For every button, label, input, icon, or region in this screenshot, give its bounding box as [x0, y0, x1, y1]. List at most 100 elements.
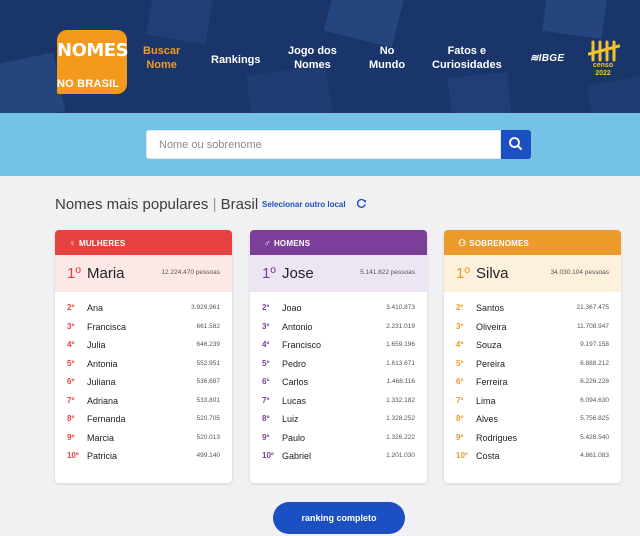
top-ranked-row[interactable]: 1º Silva 34.030.104 pessoas	[444, 255, 621, 292]
ranking-row[interactable]: 8º Luiz 1.328.252	[250, 412, 427, 431]
search-input[interactable]	[146, 130, 501, 159]
nav-jogo-dos-nomes[interactable]: Jogo dos Nomes	[288, 44, 337, 72]
rank-number: 8º	[456, 414, 464, 423]
rank-name: Costa	[476, 451, 500, 461]
title-prefix: Nomes mais populares	[55, 196, 209, 213]
nav-buscar-nome[interactable]: Buscar Nome	[143, 44, 180, 72]
rank-count: 1.326.222	[386, 433, 415, 441]
rank-count: 1.332.182	[386, 396, 415, 404]
ranking-row[interactable]: 4º Francisco 1.659.196	[250, 338, 427, 357]
rank-count: 552.951	[196, 359, 221, 367]
nav-no-mundo[interactable]: No Mundo	[369, 44, 405, 72]
ranking-row[interactable]: 7º Adriana 533.801	[55, 394, 232, 413]
card-header: ♀ MULHERES	[55, 230, 232, 255]
nav-rankings[interactable]: Rankings	[211, 53, 261, 67]
rank-count: 1.328.252	[386, 415, 415, 422]
rank-count: 2.231.019	[386, 322, 415, 330]
nav-label: Rankings	[211, 54, 261, 66]
ranking-row[interactable]: 7º Lucas 1.332.182	[250, 394, 427, 413]
nav-fatos-curiosidades[interactable]: Fatos e Curiosidades	[432, 44, 502, 72]
ranking-row[interactable]: 6º Carlos 1.468.116	[250, 375, 427, 394]
card-title: HOMENS	[273, 239, 311, 248]
ranking-list: 2º Ana 3.929.961 3º Francisca 661.582 4º Julia 6…	[55, 292, 232, 468]
ranking-row[interactable]: 10º Costa 4.861.083	[444, 449, 621, 468]
rank-number: 3º	[456, 321, 464, 331]
rank-count: 6.094.630	[580, 396, 609, 404]
ranking-row[interactable]: 7º Lima 6.094.630	[444, 394, 621, 413]
ranking-row[interactable]: 6º Juliana 536.687	[55, 375, 232, 394]
ranking-row[interactable]: 5º Pedro 1.613.671	[250, 357, 427, 376]
ranking-row[interactable]: 10º Patricia 499.140	[55, 449, 232, 468]
rank-name: Ana	[87, 303, 104, 313]
rank-count: 1.201.030	[386, 452, 415, 459]
rank-name: Adriana	[87, 395, 119, 406]
rank-number: 5º	[67, 358, 75, 368]
rank-count: 520.705	[196, 415, 221, 422]
rank-name: Antonio	[282, 321, 313, 332]
card-title: MULHERES	[78, 239, 126, 248]
censo-2022-label[interactable]: censo 2022	[586, 62, 620, 78]
top-count: 5.141.822 pessoas	[360, 269, 415, 276]
top-rank: 1º	[262, 265, 276, 282]
ranking-row[interactable]: 2º Santos 21.367.475	[444, 301, 621, 320]
rank-count: 1.659.196	[386, 341, 415, 348]
rank-name: Fernanda	[87, 414, 126, 424]
rank-name: Alves	[476, 414, 499, 424]
rank-count: 1.613.671	[386, 359, 415, 367]
ranking-completo-button[interactable]: ranking completo	[273, 502, 405, 534]
ranking-row[interactable]: 10º Gabriel 1.201.030	[250, 449, 427, 468]
card-header: ♂ HOMENS	[250, 230, 427, 255]
rank-count: 21.367.475	[576, 304, 609, 311]
rank-number: 10º	[67, 451, 79, 460]
rank-number: 6º	[67, 377, 75, 386]
ranking-row[interactable]: 3º Francisca 661.582	[55, 320, 232, 339]
ranking-row[interactable]: 8º Alves 5.756.825	[444, 412, 621, 431]
logo-subtitle: NO BRASIL	[57, 78, 120, 90]
ranking-row[interactable]: 5º Antonia 552.951	[55, 357, 232, 376]
ibge-logo[interactable]: ≋IBGE	[530, 53, 564, 64]
rank-name: Santos	[476, 303, 505, 313]
select-location-link[interactable]: Selecionar outro local	[262, 200, 346, 209]
male-icon: ♂	[264, 238, 271, 248]
rank-number: 7º	[456, 395, 464, 405]
ranking-row[interactable]: 4º Julia 646.239	[55, 338, 232, 357]
rank-number: 6º	[456, 377, 464, 386]
rank-name: Francisca	[87, 321, 127, 332]
ranking-row[interactable]: 2º Ana 3.929.961	[55, 301, 232, 320]
top-ranked-row[interactable]: 1º Maria 12.224.470 pessoas	[55, 255, 232, 292]
rank-count: 9.197.158	[580, 341, 609, 348]
rank-name: Joao	[282, 303, 302, 313]
ranking-row[interactable]: 8º Fernanda 520.705	[55, 412, 232, 431]
ranking-row[interactable]: 3º Antonio 2.231.019	[250, 320, 427, 339]
card-sobrenomes: ⚇ SOBRENOMES 1º Silva 34.030.104 pessoas …	[444, 230, 621, 483]
ranking-row[interactable]: 9º Rodrigues 5.428.540	[444, 431, 621, 450]
rank-name: Juliana	[87, 377, 116, 387]
top-ranked-row[interactable]: 1º Jose 5.141.822 pessoas	[250, 255, 427, 292]
rank-count: 3.929.961	[191, 304, 220, 311]
female-icon: ♀	[69, 238, 76, 248]
ranking-row[interactable]: 2º Joao 3.410.873	[250, 301, 427, 320]
ranking-row[interactable]: 4º Souza 9.197.158	[444, 338, 621, 357]
top-rank: 1º	[456, 265, 470, 282]
rank-name: Souza	[476, 340, 502, 350]
rank-count: 6.226.228	[580, 378, 609, 385]
rank-name: Luiz	[282, 414, 299, 424]
ranking-row[interactable]: 3º Oliveira 11.708.947	[444, 320, 621, 339]
rank-name: Pereira	[476, 358, 506, 369]
refresh-icon[interactable]	[356, 198, 367, 209]
rank-number: 9º	[456, 432, 464, 442]
ranking-row[interactable]: 6º Ferreira 6.226.228	[444, 375, 621, 394]
rank-number: 10º	[262, 451, 274, 460]
ranking-row[interactable]: 5º Pereira 6.888.212	[444, 357, 621, 376]
search-button[interactable]	[501, 130, 531, 159]
rank-count: 536.687	[196, 378, 221, 385]
page-title: Nomes mais populares | Brasil	[55, 196, 258, 213]
top-rank: 1º	[67, 265, 81, 282]
rank-count: 5.428.540	[580, 433, 609, 441]
rank-name: Marcia	[87, 432, 115, 443]
ranking-row[interactable]: 9º Marcia 520.013	[55, 431, 232, 450]
search-band	[0, 113, 640, 176]
rank-name: Paulo	[282, 432, 306, 443]
ranking-row[interactable]: 9º Paulo 1.326.222	[250, 431, 427, 450]
rank-number: 5º	[262, 358, 270, 368]
